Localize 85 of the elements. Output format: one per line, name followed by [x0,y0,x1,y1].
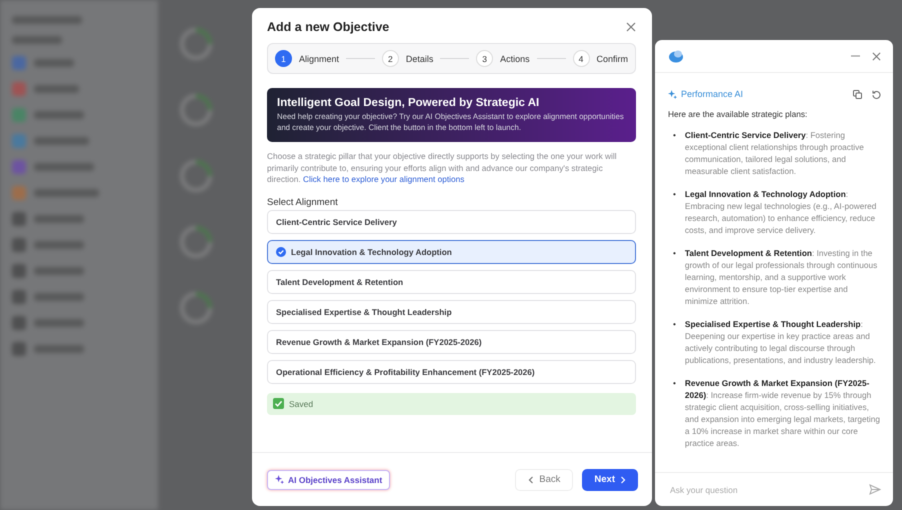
refresh-button[interactable] [872,90,881,98]
step-number[interactable]: 3 [476,50,494,67]
modal-title: Add a new Objective [267,20,390,34]
plan-item: Client-Centric Service Delivery: Fostering exceptional client relationships through proactive communication, tailored legal solutions, and measurable client satisfaction. [684,129,865,177]
blurred-text [34,111,84,119]
bullet: • [673,129,676,141]
nav-icon [12,290,26,304]
progress-ring-icon [178,26,214,62]
logo-icon [668,49,684,63]
nav-icon [12,212,26,226]
close-icon [626,22,636,32]
nav-icon [12,342,26,356]
progress-ring-icon [178,158,214,194]
alignment-option[interactable]: Client-Centric Service Delivery [267,210,636,234]
bullet: • [673,247,676,259]
blurred-text [34,137,89,145]
chat-intro: Here are the available strategic plans: [668,109,808,119]
sparkle-icon [668,90,677,98]
next-button[interactable]: Next [582,468,638,490]
minimize-button[interactable] [851,55,860,57]
blurred-text [34,241,84,249]
nav-icon [12,56,26,70]
minimize-icon [851,55,860,57]
send-icon [869,484,881,495]
check-circle-icon [276,246,286,256]
step-number[interactable]: 2 [382,50,399,67]
sparkle-icon [275,475,284,484]
step-number[interactable]: 1 [275,50,292,67]
alignment-option[interactable]: Specialised Expertise & Thought Leadership [267,300,636,324]
nav-icon [12,160,26,174]
nav-icon [12,316,26,330]
description-text: Choose a strategic pillar that your objective directly supports by selecting the one your work will primarily contribute to, ensuring your efforts align with and advance our company's strategic direction. Click here to explore your alignment options [267,151,618,186]
step-label: Alignment [299,54,340,64]
blurred-text [34,267,84,275]
plan-item: Legal Innovation & Technology Adoption: Embracing new legal technologies (e.g., AI-powered research, automation) to enhance efficiency, reduce costs, and improve service delivery. [684,188,878,236]
chevron-right-icon [620,476,626,484]
nav-icon [12,186,26,200]
bullet: • [673,318,676,330]
blurred-text [34,345,84,353]
blurred-text [34,59,74,67]
blurred-text [12,16,82,24]
step-label: Actions [500,54,530,64]
back-button[interactable]: Back [515,468,574,490]
close-button[interactable] [872,52,881,60]
chevron-left-icon [528,476,534,484]
section-label: Select Alignment [267,196,339,208]
step-label: Details [406,54,434,64]
assistant-name: Performance AI [681,89,744,99]
alignment-option[interactable]: Operational Efficiency & Profitability Enhancement (FY2025-2026) [267,360,636,384]
step-label: Confirm [596,54,628,64]
step-number[interactable]: 4 [572,50,590,67]
nav-icon [12,134,26,148]
plan-item: Specialised Expertise & Thought Leadership: Deepening our expertise in key practice areas and actively contributing to legal discourse through publications, presentations, and industry leadership. [684,318,877,366]
blurred-text [34,215,84,223]
refresh-icon [872,90,881,98]
alignment-link[interactable]: Click here to explore your alignment options [302,174,464,184]
nav-icon [12,238,26,252]
close-icon [872,52,881,60]
bullet: • [673,188,676,200]
nav-icon [12,82,26,96]
blurred-text [34,293,84,301]
blurred-text [34,189,99,197]
close-button[interactable] [626,22,636,32]
blurred-text [34,163,94,171]
alignment-option[interactable]: Legal Innovation & Technology Adoption [267,240,636,264]
alignment-option[interactable]: Talent Development & Retention [267,270,636,294]
plan-item: Talent Development & Retention: Investing in the growth of our legal professionals through continuous learning, mentorship, and a supportive work environment to ensure top-tier expertise and minimize attrition. [684,247,878,307]
banner-title: Intelligent Goal Design, Powered by Strategic AI [277,97,540,109]
progress-ring-icon [178,92,214,128]
progress-ring-icon [178,224,214,260]
alignment-option[interactable]: Revenue Growth & Market Expansion (FY2025-2026) [267,330,636,354]
nav-icon [12,264,26,278]
plan-item: Revenue Growth & Market Expansion (FY2025-2026): Increase firm-wide revenue by 15% through strategic client acquisition, cross-selling initiatives, and expansion into emerging legal markets, targeting a 10% increase in market share within our core practice areas. [684,377,881,449]
progress-ring-icon [178,290,214,326]
send-button[interactable] [869,484,881,495]
copy-button[interactable] [853,90,862,98]
blurred-text [34,85,79,93]
blurred-text [12,36,62,44]
ai-assistant-button[interactable]: AI Objectives Assistant [267,470,390,490]
bullet: • [673,377,676,389]
blurred-text [34,319,84,327]
status-text: Saved [289,398,314,408]
nav-icon [12,108,26,122]
checkbox-icon [273,398,284,409]
copy-icon [853,90,862,98]
